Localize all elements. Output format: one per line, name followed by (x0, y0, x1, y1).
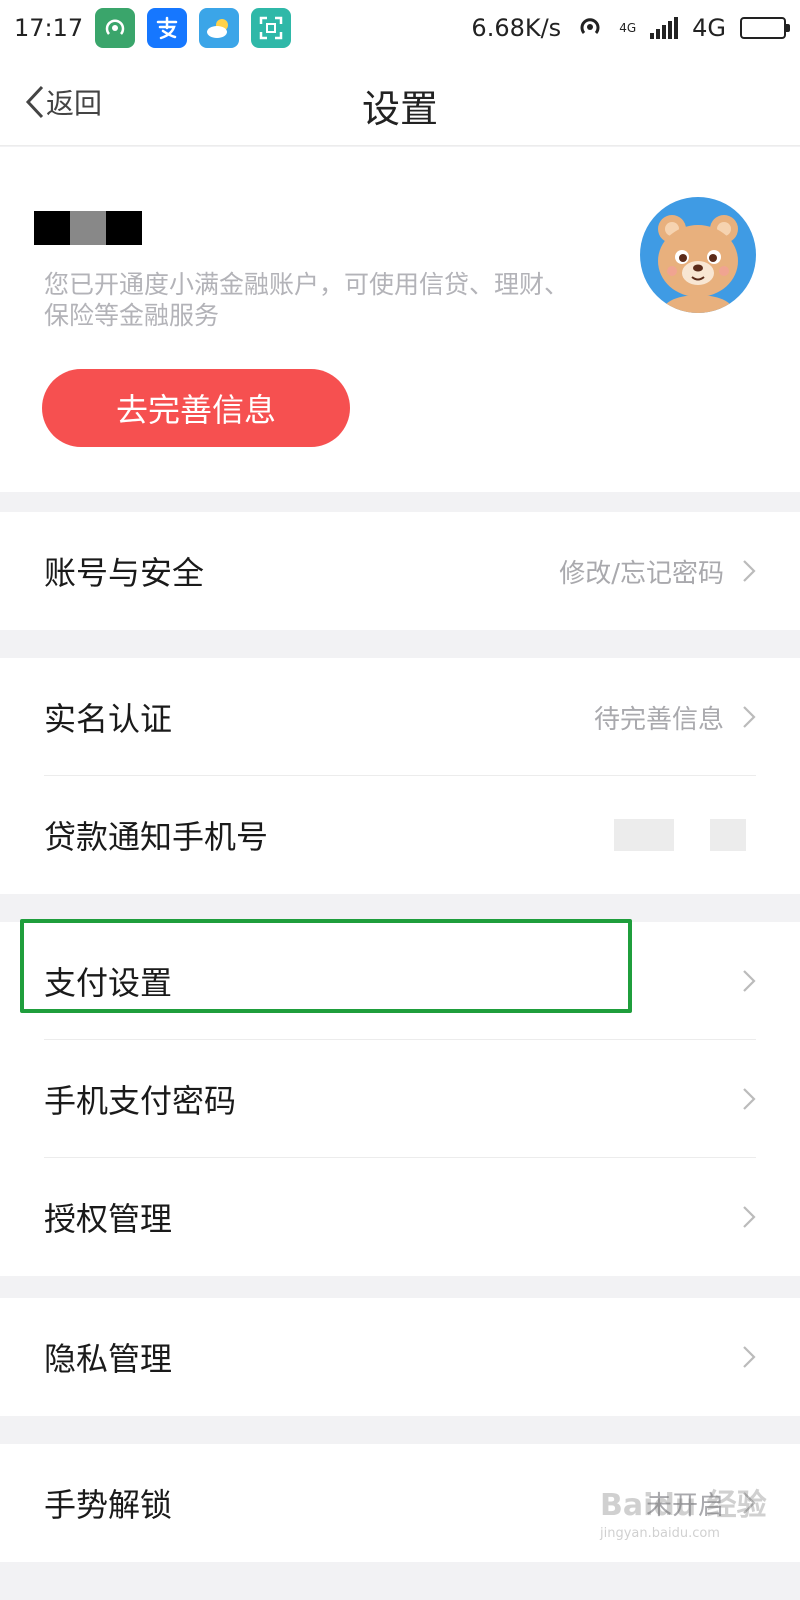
chevron-right-icon (743, 560, 756, 582)
chevron-right-icon (743, 1206, 756, 1228)
chevron-right-icon (743, 970, 756, 992)
scanner-app-icon (251, 8, 292, 48)
account-security-row[interactable]: 账号与安全 修改/忘记密码 (0, 512, 800, 630)
row-label: 手机支付密码 (44, 1082, 237, 1120)
battery-icon (740, 17, 790, 39)
row-label: 账号与安全 (44, 554, 205, 592)
page-title: 设置 (361, 87, 438, 131)
weather-app-icon (199, 8, 240, 48)
complete-info-button[interactable]: 去完善信息 (42, 369, 350, 447)
alipay-app-icon (147, 8, 188, 48)
chevron-right-icon (743, 1346, 756, 1368)
hotspot-app-icon (95, 8, 136, 48)
chevron-right-icon (743, 1088, 756, 1110)
navigation-bar: 返回 设置 (0, 56, 800, 146)
gesture-unlock-row[interactable]: 手势解锁 未开启 (0, 1444, 800, 1562)
authorization-management-row[interactable]: 授权管理 (0, 1158, 800, 1276)
user-name-redacted (34, 211, 142, 245)
real-name-auth-row[interactable]: 实名认证 待完善信息 (0, 658, 800, 776)
settings-group-account: 账号与安全 修改/忘记密码 (0, 512, 800, 630)
payment-settings-row[interactable]: 支付设置 (0, 922, 800, 1040)
row-value: 修改/忘记密码 (559, 558, 724, 589)
mobile-payment-password-row[interactable]: 手机支付密码 (0, 1040, 800, 1158)
hotspot-icon (575, 10, 605, 46)
settings-group-identity: 实名认证 待完善信息 贷款通知手机号 (0, 658, 800, 894)
row-value: 未开启 (645, 1490, 724, 1521)
small-4g-label: 4G (619, 21, 637, 35)
phone-number-redacted (614, 819, 746, 851)
row-label: 手势解锁 (44, 1486, 173, 1524)
row-label: 贷款通知手机号 (44, 818, 269, 856)
chevron-right-icon (743, 706, 756, 728)
row-label: 授权管理 (44, 1200, 173, 1238)
account-description: 您已开通度小满金融账户，可使用信贷、理财、保险等金融服务 (44, 270, 570, 330)
row-label: 隐私管理 (44, 1340, 173, 1378)
row-value: 待完善信息 (593, 704, 724, 735)
network-speed: 6.68K/s (471, 14, 562, 42)
settings-group-privacy: 隐私管理 (0, 1298, 800, 1416)
network-type: 4G (692, 14, 726, 42)
status-time: 17:17 (14, 14, 84, 42)
loan-notify-phone-row[interactable]: 贷款通知手机号 (0, 776, 800, 894)
row-label: 实名认证 (44, 700, 173, 738)
signal-strength-icon (650, 17, 679, 39)
chevron-right-icon (743, 1492, 756, 1514)
settings-group-payment: 支付设置 手机支付密码 授权管理 (0, 922, 800, 1276)
status-bar: 17:17 6.68K/s 4G 4G (0, 0, 800, 56)
avatar[interactable] (640, 197, 756, 313)
settings-group-gesture: 手势解锁 未开启 (0, 1444, 800, 1562)
profile-card: 您已开通度小满金融账户，可使用信贷、理财、保险等金融服务 去完善信息 (0, 147, 800, 492)
privacy-management-row[interactable]: 隐私管理 (0, 1298, 800, 1416)
bear-avatar-icon (658, 215, 738, 313)
row-label: 支付设置 (44, 964, 173, 1002)
